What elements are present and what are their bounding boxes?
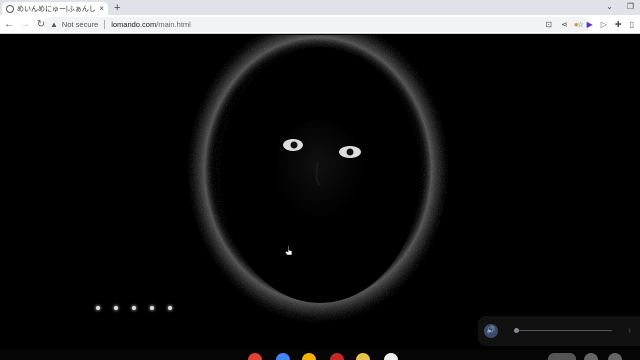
window-controls: ⌄ ❐ [606,2,634,11]
url-domain: lomando.com [111,20,157,29]
tab-close-icon[interactable]: × [99,4,104,13]
audio-player: 🔊 › [478,316,640,346]
carousel-dot[interactable] [114,306,118,310]
carousel-dot[interactable] [132,306,136,310]
app-icon[interactable] [384,353,398,360]
carousel-dots [96,306,172,310]
os-shelf [0,350,640,360]
forward-button[interactable]: → [18,19,32,30]
app-icon[interactable] [584,353,598,360]
app-icon[interactable] [608,353,622,360]
security-label[interactable]: Not secure [62,20,98,29]
new-tab-button[interactable]: + [114,2,120,15]
url-text[interactable]: lomando.com/main.html [111,20,191,29]
chevron-right-icon[interactable]: › [628,325,631,335]
app-icon[interactable] [356,353,370,360]
address-bar[interactable]: ▲ Not secure lomando.com/main.html ⊡ ⋖ ☆ [44,17,590,32]
puzzle-icon[interactable]: ✚ [615,20,622,29]
toolbar: ← → ↻ ▲ Not secure lomando.com/main.html… [0,15,640,34]
extension-flag-icon[interactable]: ▶ [587,20,593,29]
volume-button[interactable]: 🔊 [484,324,498,338]
app-icon[interactable] [330,353,344,360]
translate-icon[interactable]: ⊡ [545,20,552,29]
chevron-down-icon[interactable]: ⌄ [606,2,613,11]
volume-slider[interactable] [514,328,612,333]
globe-icon [6,4,14,13]
restore-window-icon[interactable]: ❐ [627,2,634,11]
carousel-dot[interactable] [150,306,154,310]
divider [104,20,106,29]
volume-slider-handle[interactable] [514,328,519,333]
horror-portrait [186,35,450,324]
carousel-dot[interactable] [96,306,100,310]
tab-strip: めいんめにゅー|ふぁんし… × + ⌄ ❐ [0,0,640,15]
extension-arrow-icon[interactable]: ▷ [601,20,607,29]
url-path: /main.html [156,20,191,29]
extension-icons: ● ▶ ▷ ✚ ▯ [574,18,634,31]
app-icon[interactable] [302,353,316,360]
extension-icon[interactable]: ● [574,20,579,29]
chrome-app-icon[interactable] [248,353,262,360]
browser-tab[interactable]: めいんめにゅー|ふぁんし… × [2,2,108,15]
left-pupil [290,141,298,149]
right-pupil [346,148,354,156]
status-area[interactable] [548,353,576,360]
side-panel-icon[interactable]: ▯ [630,20,634,29]
tab-title: めいんめにゅー|ふぁんし… [17,5,97,13]
carousel-dot[interactable] [168,306,172,310]
share-icon[interactable]: ⋖ [561,20,568,29]
warning-icon[interactable]: ▲ [50,20,58,29]
page-viewport [0,35,640,350]
files-app-icon[interactable] [276,353,290,360]
hand-cursor-icon [284,243,293,256]
back-button[interactable]: ← [2,19,16,30]
